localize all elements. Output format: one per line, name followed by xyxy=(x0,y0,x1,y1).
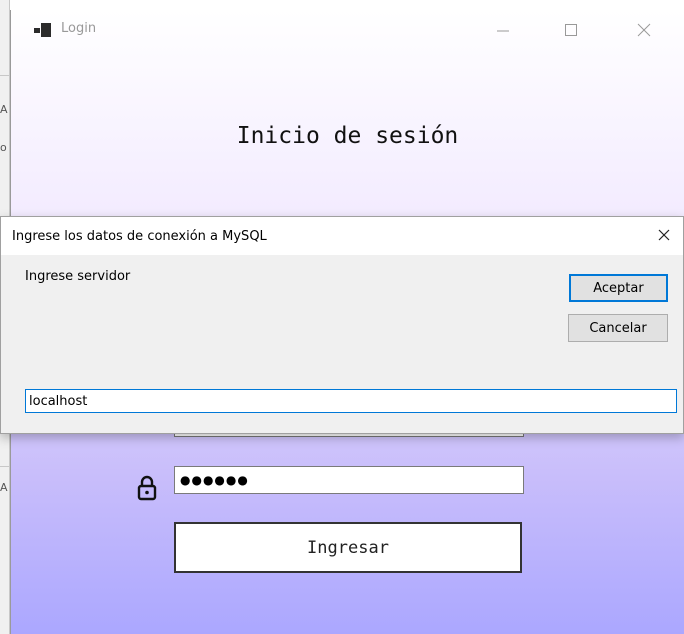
background-divider xyxy=(0,466,10,467)
minimize-button[interactable] xyxy=(488,16,518,44)
password-input[interactable]: ●●●●●● xyxy=(174,466,524,494)
close-icon xyxy=(658,229,670,241)
accept-button[interactable]: Aceptar xyxy=(569,274,668,302)
connection-dialog: Ingrese los datos de conexión a MySQL In… xyxy=(0,216,684,434)
dialog-titlebar[interactable]: Ingrese los datos de conexión a MySQL xyxy=(1,217,683,255)
cancel-button[interactable]: Cancelar xyxy=(568,314,668,342)
background-text-fragment: A xyxy=(0,103,8,116)
maximize-icon xyxy=(565,24,577,36)
background-text-fragment: o xyxy=(0,141,7,154)
close-button[interactable] xyxy=(629,16,659,44)
lock-icon xyxy=(137,475,157,501)
login-button[interactable]: Ingresar xyxy=(174,522,522,573)
window-title: Login xyxy=(61,21,97,36)
maximize-button[interactable] xyxy=(556,16,586,44)
background-text-fragment: A xyxy=(0,481,8,494)
prompt-label: Ingrese servidor xyxy=(25,269,131,284)
login-titlebar[interactable]: Login xyxy=(11,10,684,50)
minimize-icon xyxy=(497,30,509,32)
dialog-close-button[interactable] xyxy=(643,221,683,251)
background-divider xyxy=(0,75,10,76)
dialog-title: Ingrese los datos de conexión a MySQL xyxy=(12,229,267,244)
app-icon xyxy=(34,23,51,37)
page-title: Inicio de sesión xyxy=(236,123,459,149)
close-icon xyxy=(637,23,651,37)
server-input[interactable]: localhost xyxy=(25,389,677,413)
